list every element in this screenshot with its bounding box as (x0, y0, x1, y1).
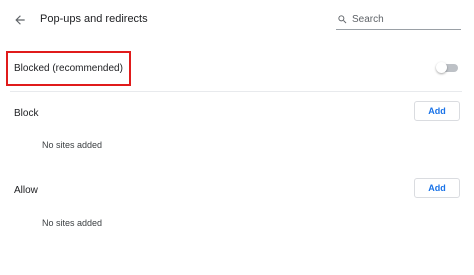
allow-empty-text: No sites added (42, 218, 103, 228)
search-icon (337, 14, 349, 26)
block-add-button[interactable]: Add (414, 101, 460, 121)
page-title: Pop-ups and redirects (40, 13, 148, 25)
block-section-label: Block (14, 108, 39, 119)
block-empty-text: No sites added (42, 140, 103, 150)
blocked-setting-label: Blocked (recommended) (14, 63, 123, 74)
back-button[interactable] (10, 10, 30, 30)
allow-add-button[interactable]: Add (414, 178, 460, 198)
page-header: Pop-ups and redirects Search (0, 0, 474, 40)
blocked-toggle[interactable] (436, 62, 458, 73)
arrow-left-icon (15, 15, 25, 25)
search-placeholder: Search (352, 14, 384, 25)
allow-section-label: Allow (14, 185, 38, 196)
toggle-knob (436, 62, 447, 73)
search-field[interactable]: Search (336, 10, 461, 30)
divider (10, 91, 462, 92)
